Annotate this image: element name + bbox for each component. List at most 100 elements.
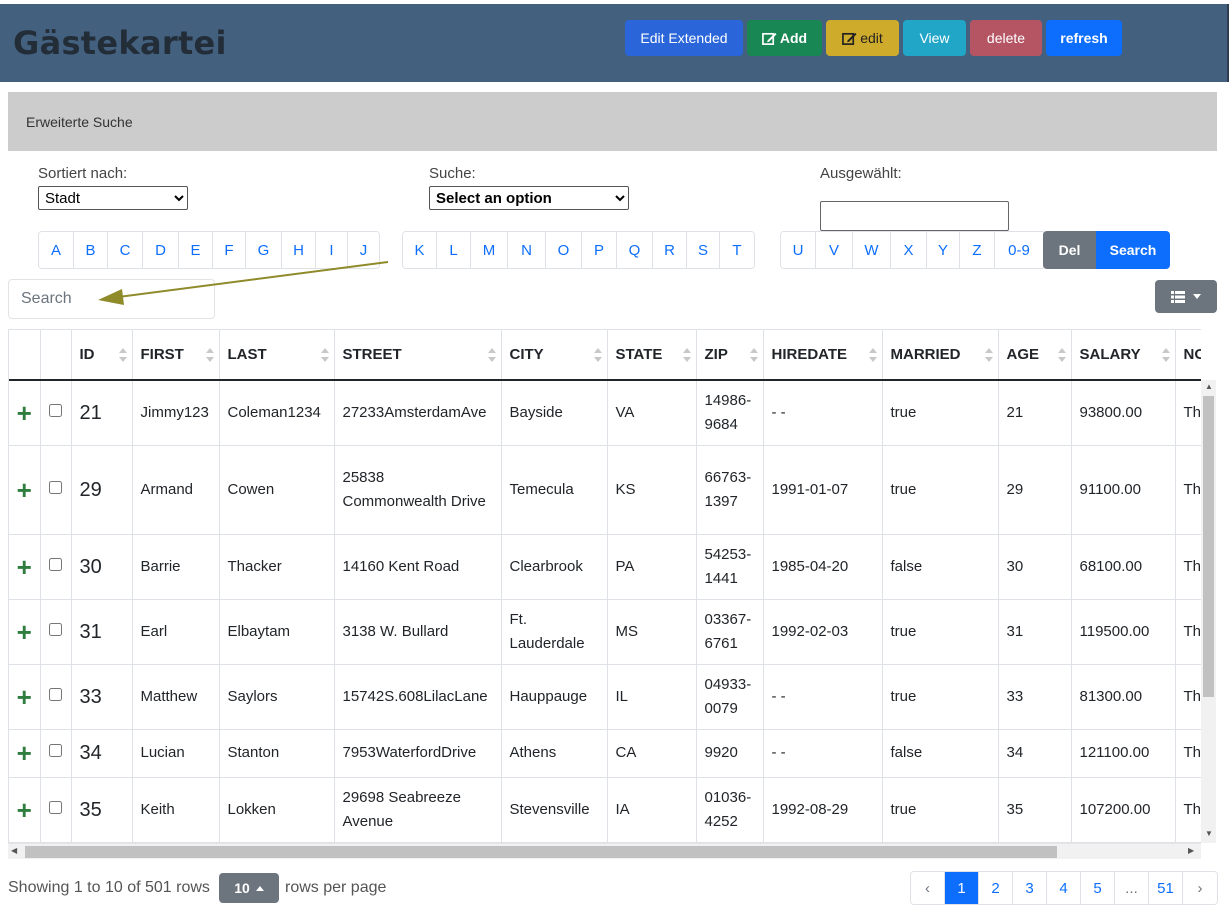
letter-filter-p[interactable]: P: [582, 232, 617, 268]
cell-married: true: [882, 777, 999, 843]
row-checkbox[interactable]: [49, 403, 62, 417]
scroll-down-arrow[interactable]: ▼: [1205, 829, 1213, 838]
page-button[interactable]: 51: [1149, 872, 1183, 904]
row-checkbox[interactable]: [49, 480, 62, 494]
table-row[interactable]: +31 Earl Elbaytam 3138 W. Bullard Ft. Lauder…: [9, 599, 1201, 665]
letter-filter-x[interactable]: X: [891, 232, 927, 268]
letter-filter-f[interactable]: F: [213, 232, 246, 268]
letter-filter-i[interactable]: I: [316, 232, 348, 268]
page-size-dropdown[interactable]: 10: [219, 873, 279, 903]
page-button[interactable]: 5: [1081, 872, 1115, 904]
column-header-last[interactable]: LAST: [219, 330, 335, 381]
column-header-street[interactable]: STREET: [334, 330, 502, 381]
letter-filter-d[interactable]: D: [143, 232, 179, 268]
table-row[interactable]: +33 Matthew Saylors 15742S.608LilacLane Haup…: [9, 664, 1201, 730]
letter-filter-y[interactable]: Y: [927, 232, 960, 268]
letter-filter-w[interactable]: W: [853, 232, 891, 268]
page-next-button[interactable]: ›: [1183, 872, 1217, 904]
column-header-city[interactable]: CITY: [501, 330, 608, 381]
letter-filter-a[interactable]: A: [39, 232, 74, 268]
column-header-first[interactable]: FIRST: [132, 330, 220, 381]
letter-filter-o[interactable]: O: [546, 232, 582, 268]
column-header-label: SALARY: [1079, 346, 1141, 363]
table-row[interactable]: +30 Barrie Thacker 14160 Kent Road Clearbroo…: [9, 534, 1201, 600]
search-field-select[interactable]: Select an option: [429, 186, 629, 210]
sort-icon: [118, 348, 127, 362]
expand-row-icon[interactable]: +: [9, 445, 41, 535]
del-button[interactable]: Del: [1043, 231, 1096, 269]
scroll-up-arrow[interactable]: ▲: [1205, 382, 1213, 391]
letter-filter-z[interactable]: Z: [960, 232, 995, 268]
view-button[interactable]: View: [903, 20, 966, 56]
column-header-salary[interactable]: SALARY: [1071, 330, 1176, 381]
columns-toggle-button[interactable]: [1155, 280, 1217, 313]
add-button[interactable]: Add: [747, 20, 822, 56]
row-checkbox[interactable]: [49, 744, 62, 757]
page-button[interactable]: 3: [1013, 872, 1047, 904]
scroll-right-arrow[interactable]: ▶: [1188, 846, 1194, 855]
row-checkbox[interactable]: [49, 557, 62, 571]
letter-filter-u[interactable]: U: [781, 232, 816, 268]
edit-extended-button[interactable]: Edit Extended: [625, 20, 743, 56]
page-button[interactable]: 4: [1047, 872, 1081, 904]
expand-row-icon[interactable]: +: [9, 380, 41, 446]
letter-filter-g[interactable]: G: [246, 232, 282, 268]
letter-filter-r[interactable]: R: [653, 232, 687, 268]
row-checkbox[interactable]: [49, 687, 62, 701]
letter-filter-b[interactable]: B: [74, 232, 108, 268]
cell-hiredate: - -: [763, 729, 883, 778]
page-prev-button[interactable]: ‹: [911, 872, 945, 904]
letter-filter-c[interactable]: C: [108, 232, 143, 268]
letter-filter-h[interactable]: H: [282, 232, 316, 268]
edit-button[interactable]: edit: [826, 20, 899, 56]
column-header-state[interactable]: STATE: [607, 330, 697, 381]
cell-notes: Th: [1175, 380, 1201, 446]
column-header-notes[interactable]: NOTES: [1175, 330, 1201, 381]
column-header-married[interactable]: MARRIED: [882, 330, 999, 381]
letter-filter-s[interactable]: S: [687, 232, 720, 268]
letter-filter-v[interactable]: V: [816, 232, 853, 268]
expand-row-icon[interactable]: +: [9, 777, 41, 843]
expand-row-icon[interactable]: +: [9, 534, 41, 600]
letter-filter-q[interactable]: Q: [617, 232, 653, 268]
page-button[interactable]: 2: [979, 872, 1013, 904]
letter-search-button[interactable]: Search: [1096, 231, 1170, 269]
cell-street: 15742S.608LilacLane: [334, 664, 502, 730]
sort-select[interactable]: Stadt: [38, 186, 188, 210]
horizontal-scrollbar-thumb[interactable]: [25, 846, 1057, 858]
expand-row-icon[interactable]: +: [9, 664, 41, 730]
column-header-hiredate[interactable]: HIREDATE: [763, 330, 883, 381]
column-header-age[interactable]: AGE: [998, 330, 1072, 381]
scroll-left-arrow[interactable]: ◀: [11, 846, 17, 855]
table-row[interactable]: +35 Keith Lokken 29698 Seabreeze Avenue Stev…: [9, 777, 1201, 843]
table-row[interactable]: +29 Armand Cowen 25838 Commonwealth Drive Te…: [9, 445, 1201, 535]
table-row[interactable]: +34 Lucian Stanton 7953WaterfordDrive Athens…: [9, 729, 1201, 778]
expand-row-icon[interactable]: +: [9, 599, 41, 665]
row-checkbox[interactable]: [49, 622, 62, 636]
letter-filter-n[interactable]: N: [508, 232, 546, 268]
letter-filter-t[interactable]: T: [720, 232, 754, 268]
letter-filter-k[interactable]: K: [403, 232, 437, 268]
column-header-id[interactable]: ID: [71, 330, 133, 381]
expand-column-header: [9, 330, 41, 381]
row-checkbox[interactable]: [49, 800, 62, 814]
table-search-input[interactable]: [8, 279, 215, 319]
cell-last: Lokken: [219, 777, 335, 843]
cell-city: Athens: [501, 729, 608, 778]
expand-row-icon[interactable]: +: [9, 729, 41, 778]
selected-input[interactable]: [820, 201, 1009, 231]
delete-button[interactable]: delete: [970, 20, 1042, 56]
vertical-scrollbar-thumb[interactable]: [1203, 396, 1214, 697]
refresh-button[interactable]: refresh: [1046, 20, 1122, 56]
table-row[interactable]: +21 Jimmy123 Coleman1234 27233AmsterdamAve B…: [9, 380, 1201, 446]
page-button[interactable]: 1: [945, 872, 979, 904]
letter-filter-l[interactable]: L: [437, 232, 471, 268]
advanced-search-heading[interactable]: Erweiterte Suche: [8, 92, 1217, 151]
sort-icon: [593, 348, 602, 362]
letter-filter-m[interactable]: M: [471, 232, 508, 268]
cell-notes: Th rec: [1175, 445, 1201, 535]
letter-filter-0-9[interactable]: 0-9: [995, 232, 1043, 268]
column-header-zip[interactable]: ZIP: [696, 330, 764, 381]
letter-filter-j[interactable]: J: [348, 232, 379, 268]
letter-filter-e[interactable]: E: [179, 232, 213, 268]
